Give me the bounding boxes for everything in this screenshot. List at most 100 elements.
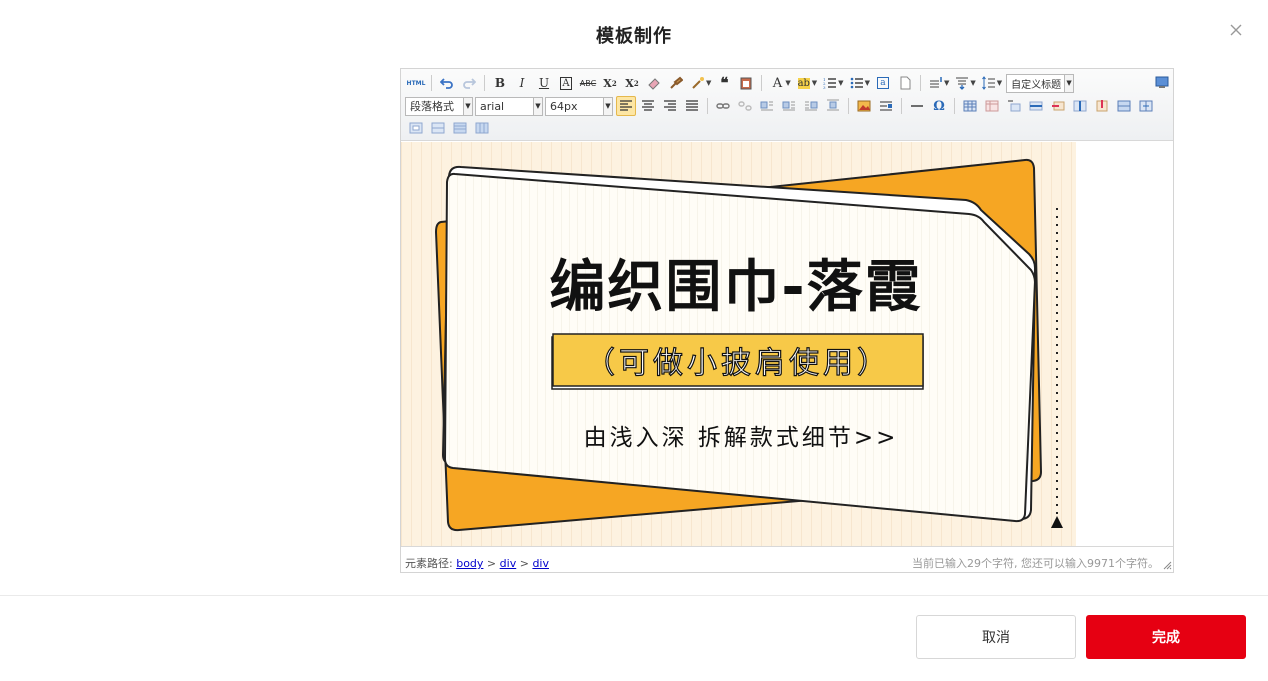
toolbar-row-1: HTML B I U A ABC X2 X2 ▼ ❝ A ▼ ab ▼ 1 2 … (405, 72, 1076, 94)
insert-table-icon[interactable] (960, 96, 980, 116)
footer-divider (0, 595, 1268, 596)
chevron-down-icon: ▼ (1064, 74, 1074, 92)
link-icon[interactable] (713, 96, 733, 116)
underline-icon[interactable]: U (534, 73, 554, 93)
insert-image-icon[interactable] (854, 96, 874, 116)
editor-content-area[interactable]: 编织围巾-落霞 （可做小披肩使用） 由浅入深 拆解款式细节>> (401, 142, 1173, 546)
line-height-icon[interactable] (979, 73, 999, 93)
element-path-label: 元素路径: (405, 557, 453, 570)
template-title: 编织围巾-落霞 (549, 255, 923, 320)
format-painter-icon[interactable] (666, 73, 686, 93)
delete-row-icon[interactable] (1048, 96, 1068, 116)
chevron-down-icon[interactable]: ▼ (812, 79, 817, 87)
row-spacing-bottom-icon[interactable] (952, 73, 972, 93)
toolbar-row-3 (405, 117, 493, 139)
chevron-down-icon: ▼ (463, 97, 472, 115)
split-cells-icon[interactable] (428, 118, 448, 138)
html-source-icon[interactable]: HTML (406, 73, 426, 93)
split-cols-icon[interactable] (472, 118, 492, 138)
redo-icon[interactable] (459, 73, 479, 93)
ordered-list-icon[interactable]: 123 (820, 73, 840, 93)
cancel-button[interactable]: 取消 (916, 615, 1076, 659)
chevron-down-icon[interactable]: ▼ (944, 79, 949, 87)
svg-text:3: 3 (823, 85, 826, 90)
font-size-select[interactable]: 64px ▼ (545, 96, 613, 116)
paste-plain-icon[interactable] (736, 73, 756, 93)
merge-down-icon[interactable] (406, 118, 426, 138)
toolbar-divider (431, 75, 432, 91)
eraser-icon[interactable] (644, 73, 664, 93)
insert-row-icon[interactable] (1026, 96, 1046, 116)
resize-handle-icon[interactable] (1162, 560, 1172, 570)
highlight-color-icon[interactable]: ab (794, 73, 814, 93)
undo-icon[interactable] (437, 73, 457, 93)
template-tagline: 由浅入深 拆解款式细节>> (583, 425, 899, 451)
toolbar-divider (848, 98, 849, 114)
align-right-icon[interactable] (660, 96, 680, 116)
image-float-left-icon[interactable] (779, 96, 799, 116)
chevron-down-icon: ▼ (603, 97, 612, 115)
chevron-down-icon[interactable]: ▼ (706, 79, 711, 87)
split-rows-icon[interactable] (450, 118, 470, 138)
paragraph-format-select[interactable]: 段落格式 ▼ (405, 96, 473, 116)
close-icon[interactable] (1226, 20, 1246, 40)
editor-statusbar: 元素路径: body > div > div 当前已输入29个字符, 您还可以输… (401, 546, 1173, 572)
align-left-icon[interactable] (616, 96, 636, 116)
image-center-icon[interactable] (823, 96, 843, 116)
merge-right-icon[interactable] (1136, 96, 1156, 116)
toolbar-divider (954, 98, 955, 114)
custom-title-select[interactable]: 自定义标题 ▼ (1006, 73, 1075, 93)
merge-cells-icon[interactable] (1114, 96, 1134, 116)
superscript-icon[interactable]: X2 (600, 73, 620, 93)
chevron-down-icon[interactable]: ▼ (997, 79, 1002, 87)
chevron-down-icon[interactable]: ▼ (865, 79, 870, 87)
strikethrough-icon[interactable]: ABC (578, 73, 598, 93)
image-float-right-icon[interactable] (801, 96, 821, 116)
horizontal-rule-icon[interactable] (907, 96, 927, 116)
chevron-down-icon[interactable]: ▼ (970, 79, 975, 87)
delete-col-icon[interactable] (1092, 96, 1112, 116)
blockquote-icon[interactable]: ❝ (714, 73, 734, 93)
path-item-div[interactable]: div (500, 557, 517, 570)
insert-paragraph-before-table-icon[interactable] (1004, 96, 1024, 116)
chevron-down-icon[interactable]: ▼ (785, 79, 790, 87)
page-break-icon[interactable] (895, 73, 915, 93)
subscript-icon[interactable]: X2 (622, 73, 642, 93)
insert-frame-icon[interactable] (876, 96, 896, 116)
font-color-icon[interactable]: A (767, 73, 787, 93)
auto-format-icon[interactable] (688, 73, 708, 93)
fullscreen-icon[interactable] (1155, 74, 1169, 93)
row-spacing-top-icon[interactable] (926, 73, 946, 93)
font-border-icon[interactable]: A (556, 73, 576, 93)
element-path: 元素路径: body > div > div (405, 557, 549, 570)
toolbar-divider (707, 98, 708, 114)
chevron-down-icon: ▼ (533, 97, 542, 115)
path-item-div[interactable]: div (532, 557, 549, 570)
special-char-icon[interactable]: Ω (929, 96, 949, 116)
italic-icon[interactable]: I (512, 73, 532, 93)
toolbar-row-2: 段落格式 ▼ arial ▼ 64px ▼ Ω (405, 95, 1157, 117)
delete-table-icon[interactable] (982, 96, 1002, 116)
rich-text-editor: HTML B I U A ABC X2 X2 ▼ ❝ A ▼ ab ▼ 1 2 … (400, 68, 1174, 573)
image-float-none-icon[interactable] (757, 96, 777, 116)
word-count: 当前已输入29个字符, 您还可以输入9971个字符。 (912, 557, 1159, 570)
letter-spacing-icon[interactable]: a (873, 73, 893, 93)
unordered-list-icon[interactable] (847, 73, 867, 93)
template-subtitle: （可做小披肩使用） (584, 345, 891, 381)
font-family-select[interactable]: arial ▼ (475, 96, 543, 116)
unlink-icon[interactable] (735, 96, 755, 116)
align-center-icon[interactable] (638, 96, 658, 116)
editor-toolbar: HTML B I U A ABC X2 X2 ▼ ❝ A ▼ ab ▼ 1 2 … (401, 69, 1173, 141)
toolbar-divider (761, 75, 763, 91)
dialog-title: 模板制作 (596, 26, 672, 47)
path-item-body[interactable]: body (456, 557, 483, 570)
align-justify-icon[interactable] (682, 96, 702, 116)
toolbar-divider (484, 75, 485, 91)
toolbar-divider (919, 75, 921, 91)
chevron-down-icon[interactable]: ▼ (838, 79, 843, 87)
template-dialog: 模板制作 HTML B I U A ABC X2 X2 ▼ ❝ A ▼ ab ▼… (0, 0, 1268, 681)
insert-col-icon[interactable] (1070, 96, 1090, 116)
bold-icon[interactable]: B (490, 73, 510, 93)
done-button[interactable]: 完成 (1086, 615, 1246, 659)
toolbar-divider (901, 98, 902, 114)
